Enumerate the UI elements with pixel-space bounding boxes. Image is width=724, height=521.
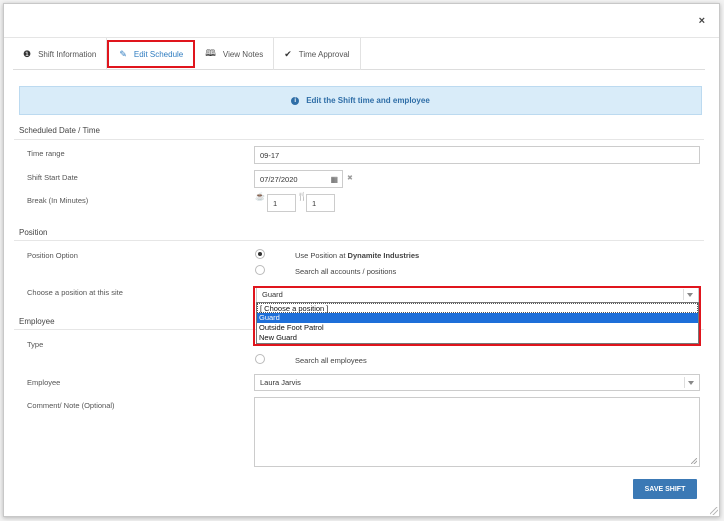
company-name: Dynamite Industries <box>347 251 420 260</box>
comment-label: Comment/ Note (Optional) <box>27 401 115 410</box>
chevron-down-icon <box>688 381 694 385</box>
tab-bar: ❶ Shift Information ✎ Edit Schedule 🕮 Vi… <box>13 38 705 70</box>
search-all-positions-radio[interactable] <box>255 265 265 275</box>
use-position-radio[interactable] <box>255 249 265 259</box>
section-title-position: Position <box>19 228 48 237</box>
modal-resize-icon[interactable] <box>710 507 718 515</box>
divider <box>14 139 704 140</box>
employee-label: Employee <box>27 378 61 387</box>
break-meal-input[interactable]: 1 <box>267 194 296 212</box>
info-circle-icon: ❶ <box>23 48 32 59</box>
break-rest-input[interactable]: 1 <box>306 194 335 212</box>
use-position-prefix: Use Position at <box>295 251 348 260</box>
tab-shift-information[interactable]: ❶ Shift Information <box>13 38 108 70</box>
employee-type-label: Type <box>27 340 44 349</box>
choose-position-label: Choose a position at this site <box>27 288 123 297</box>
time-range-input[interactable]: 09-17 <box>254 146 700 164</box>
shift-start-date-input[interactable]: 07/27/2020 ▦ <box>254 170 343 188</box>
info-icon: i <box>291 96 300 105</box>
position-option-label: Position Option <box>27 251 78 260</box>
comment-textarea[interactable] <box>254 397 700 467</box>
time-range-label: Time range <box>27 149 65 158</box>
select-divider <box>684 377 685 388</box>
tab-label: Edit Schedule <box>133 49 184 59</box>
close-icon[interactable]: × <box>699 15 705 27</box>
info-banner: i Edit the Shift time and employee <box>19 86 702 115</box>
employee-select[interactable]: Laura Jarvis <box>254 374 700 391</box>
pencil-icon: ✎ <box>119 48 127 59</box>
coffee-cup-icon: ☕ <box>255 192 265 201</box>
shift-start-date-label: Shift Start Date <box>27 173 78 182</box>
tab-label: View Notes <box>222 49 264 59</box>
banner-text: Edit the Shift time and employee <box>306 96 430 105</box>
use-position-label: Use Position at Dynamite Industries <box>295 251 419 260</box>
tab-view-notes[interactable]: 🕮 View Notes <box>195 38 275 70</box>
employee-select-value: Laura Jarvis <box>260 378 301 387</box>
resize-handle-icon[interactable] <box>691 458 697 464</box>
divider <box>14 240 704 241</box>
annotation-highlight-box <box>253 286 701 346</box>
clear-date-icon[interactable]: ✖ <box>347 174 353 182</box>
book-icon: 🕮 <box>205 48 216 58</box>
tab-time-approval[interactable]: ✔ Time Approval <box>274 38 361 70</box>
check-icon: ✔ <box>284 48 292 59</box>
search-all-positions-label: Search all accounts / positions <box>295 267 397 276</box>
calendar-icon[interactable]: ▦ <box>330 175 338 184</box>
tab-edit-schedule[interactable]: ✎ Edit Schedule <box>107 40 196 68</box>
search-all-employees-label: Search all employees <box>295 356 367 365</box>
save-shift-button[interactable]: SAVE SHIFT <box>633 479 697 499</box>
search-all-employees-radio[interactable] <box>255 354 265 364</box>
tab-label: Shift Information <box>38 49 97 59</box>
tab-label: Time Approval <box>298 49 350 59</box>
section-title-employee: Employee <box>19 317 55 326</box>
modal-header: × <box>4 4 719 38</box>
break-label: Break (In Minutes) <box>27 196 89 205</box>
section-title-scheduled: Scheduled Date / Time <box>19 126 100 135</box>
start-date-value: 07/27/2020 <box>260 174 298 184</box>
